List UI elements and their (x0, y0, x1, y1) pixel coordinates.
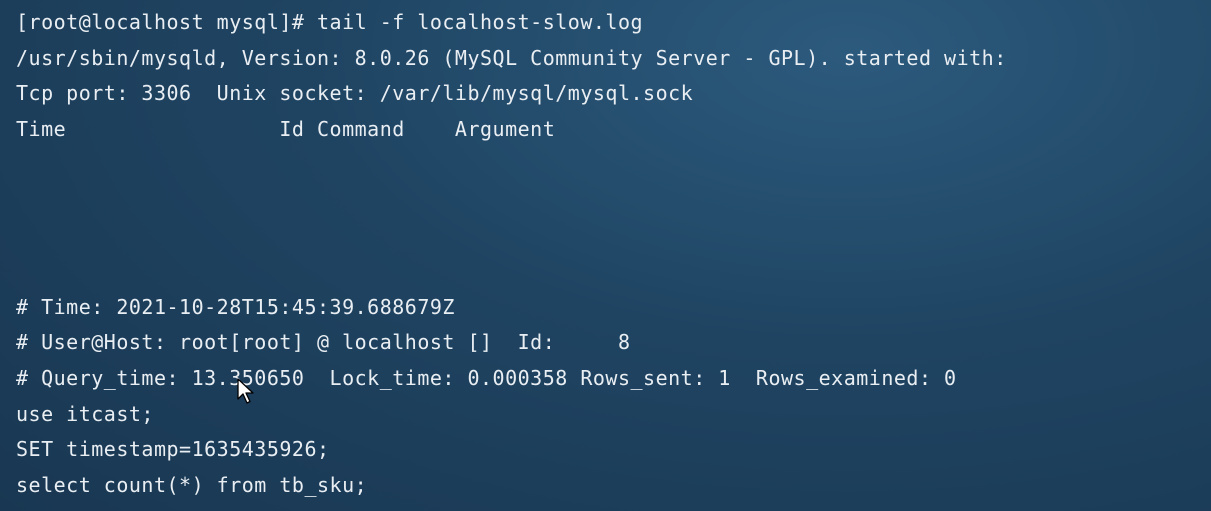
terminal-line-header: Time Id Command Argument (16, 116, 556, 141)
terminal-line-version: /usr/sbin/mysqld, Version: 8.0.26 (MySQL… (16, 45, 1007, 70)
terminal-line-timestamp: SET timestamp=1635435926; (16, 437, 330, 462)
terminal-window[interactable]: [root@localhost mysql]# tail -f localhos… (0, 0, 1211, 511)
terminal-line-use-db: use itcast; (16, 401, 154, 426)
terminal-line-user-host: # User@Host: root[root] @ localhost [] I… (16, 330, 631, 355)
mouse-pointer-icon (237, 378, 254, 404)
terminal-line-query-time: # Query_time: 13.350650 Lock_time: 0.000… (16, 365, 957, 390)
terminal-line-command: [root@localhost mysql]# tail -f localhos… (16, 10, 644, 34)
terminal-line-port: Tcp port: 3306 Unix socket: /var/lib/mys… (16, 81, 694, 106)
terminal-line-select: select count(*) from tb_sku; (16, 472, 368, 497)
terminal-line-time: # Time: 2021-10-28T15:45:39.688679Z (16, 294, 455, 319)
